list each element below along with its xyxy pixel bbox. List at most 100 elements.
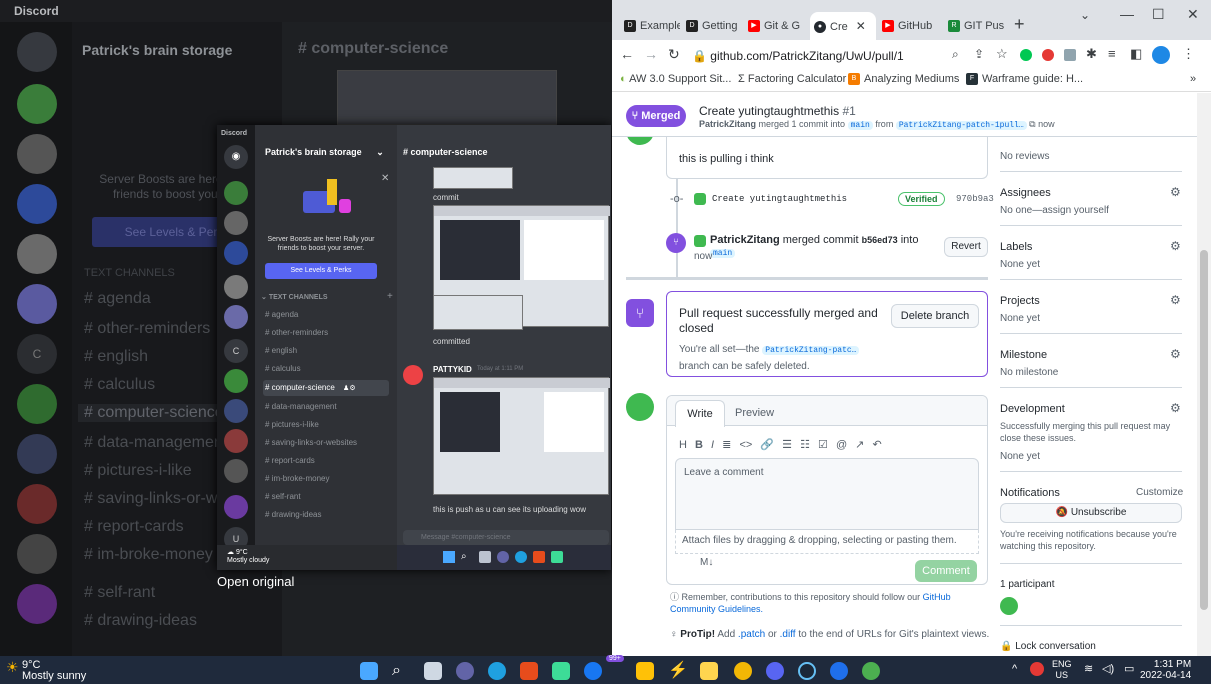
channel-bg-item[interactable]: # calculus	[84, 376, 155, 394]
server-avatar[interactable]	[17, 84, 57, 124]
server-avatar-letter[interactable]: C	[17, 334, 57, 374]
lock-conversation[interactable]: 🔒 Lock conversation	[1000, 641, 1096, 652]
channel-bg-item[interactable]: # report-cards	[84, 518, 184, 536]
teams-chat-icon[interactable]	[456, 662, 474, 680]
tab-preview[interactable]: Preview	[735, 407, 774, 419]
server-name[interactable]: Patrick's brain storage	[82, 42, 232, 58]
attach-files-zone[interactable]: Attach files by dragging & dropping, sel…	[675, 530, 979, 568]
browser-tab[interactable]: R GIT Pus	[944, 12, 1008, 40]
steam-icon[interactable]	[798, 662, 816, 680]
discord-home-icon[interactable]	[17, 32, 57, 72]
office-icon[interactable]	[533, 551, 545, 563]
minimize-button[interactable]: —	[1120, 6, 1134, 22]
avatar[interactable]	[403, 365, 423, 385]
reference-icon[interactable]: ↗	[855, 439, 864, 451]
channel-item[interactable]: # other-reminders	[263, 325, 389, 341]
address-bar[interactable]: 🔒 github.com/PatrickZitang/UwU/pull/1	[692, 45, 1012, 67]
reading-list-icon[interactable]: ≡	[1108, 46, 1116, 61]
channel-item[interactable]: # im-broke-money	[263, 471, 389, 487]
attachment-image[interactable]	[433, 167, 513, 189]
edge-icon[interactable]	[515, 551, 527, 563]
channel-item[interactable]: # calculus	[263, 361, 389, 377]
edge-icon[interactable]	[488, 662, 506, 680]
deleted-branch-name[interactable]: PatrickZitang-patc…	[762, 346, 860, 355]
channel-item[interactable]: # drawing-ideas	[263, 507, 389, 523]
bullet-list-icon[interactable]: ☰	[782, 439, 792, 451]
verified-badge[interactable]: Verified	[898, 192, 945, 206]
channel-bg-item[interactable]: # im-broke-money	[84, 546, 213, 564]
italic-icon[interactable]: I	[711, 439, 714, 451]
gear-icon[interactable]: ⚙	[1170, 239, 1181, 253]
channel-bg-item[interactable]: # pictures-i-like	[84, 462, 192, 480]
bold-icon[interactable]: B	[695, 439, 703, 451]
tray-overflow-icon[interactable]: ^	[1012, 663, 1017, 675]
forward-button[interactable]: →	[644, 46, 658, 62]
current-user-avatar[interactable]	[626, 393, 654, 421]
gear-icon[interactable]: ⚙	[1170, 347, 1181, 361]
clock[interactable]: 1:31 PM 2022-04-14	[1140, 659, 1191, 681]
milestone-title[interactable]: Milestone	[1000, 349, 1047, 361]
extension-icon[interactable]	[1064, 49, 1076, 61]
assignees-title[interactable]: Assignees	[1000, 187, 1051, 199]
saved-replies-icon[interactable]: ↶	[872, 439, 881, 451]
channel-item[interactable]: # data-management	[263, 399, 389, 415]
preview-server-name[interactable]: Patrick's brain storage ⌄	[265, 147, 384, 158]
comment-button[interactable]: Comment	[915, 560, 977, 582]
comment-textarea[interactable]: Leave a comment	[675, 458, 979, 530]
app-icon[interactable]	[551, 551, 563, 563]
chrome-icon[interactable]	[734, 662, 752, 680]
chat-icon[interactable]	[497, 551, 509, 563]
gear-icon[interactable]: ⚙	[1170, 401, 1181, 415]
server-avatar[interactable]	[17, 534, 57, 574]
commit-avatar[interactable]	[694, 193, 706, 205]
extension-icon[interactable]	[1042, 49, 1054, 61]
app-icon[interactable]	[830, 662, 848, 680]
back-button[interactable]: ←	[620, 46, 634, 62]
commit-sha[interactable]: 970b9a3	[956, 194, 994, 204]
server-avatar[interactable]	[17, 384, 57, 424]
merge-target-branch[interactable]: main	[710, 249, 736, 258]
text-channels-label[interactable]: ⌄ TEXT CHANNELS	[261, 293, 328, 301]
server-avatar[interactable]	[224, 459, 248, 483]
numbered-list-icon[interactable]: ☷	[800, 439, 810, 451]
channel-bg-item[interactable]: # self-rant	[84, 584, 155, 602]
server-avatar-letter[interactable]: C	[224, 339, 248, 363]
close-icon[interactable]: ✕	[381, 173, 389, 184]
development-title[interactable]: Development	[1000, 403, 1065, 415]
pr-author[interactable]: PatrickZitang	[699, 119, 756, 129]
server-avatar[interactable]	[224, 495, 248, 519]
mention-icon[interactable]: @	[836, 439, 847, 451]
messenger-icon[interactable]	[584, 662, 602, 680]
browser-tab[interactable]: ▶ GitHub	[878, 12, 942, 40]
bookmark-item[interactable]: F Warframe guide: H...	[966, 73, 1083, 86]
channel-item-selected[interactable]: # computer-science ♟⚙	[263, 380, 389, 396]
app-icon[interactable]	[862, 662, 880, 680]
add-member-icon[interactable]: ♟⚙	[343, 385, 356, 392]
boost-button[interactable]: See Levels & Perks	[265, 263, 377, 279]
close-tab-icon[interactable]: ✕	[856, 19, 866, 33]
message-author[interactable]: PATTYKID	[433, 365, 472, 374]
lightning-icon[interactable]: ⚡	[668, 662, 688, 680]
channel-bg-item[interactable]: # drawing-ideas	[84, 612, 197, 630]
quote-icon[interactable]: ≣	[722, 439, 731, 451]
channel-item[interactable]: # saving-links-or-websites	[263, 435, 389, 451]
code-icon[interactable]: <>	[739, 439, 752, 451]
bookmark-item[interactable]: Σ Factoring Calculator	[738, 73, 846, 85]
search-icon[interactable]: ⌕	[461, 551, 473, 563]
message-input[interactable]: Message #computer-science	[403, 530, 609, 545]
participant-avatar[interactable]	[1000, 597, 1018, 615]
server-avatar[interactable]	[17, 234, 57, 274]
discord-home-icon[interactable]: ◉	[224, 145, 248, 169]
assignees-value[interactable]: No one—assign yourself	[1000, 205, 1109, 216]
wifi-icon[interactable]: ≋	[1084, 662, 1093, 675]
merge-event-author[interactable]: PatrickZitang	[710, 234, 780, 246]
server-avatar[interactable]	[224, 399, 248, 423]
tab-search-icon[interactable]: ⌄	[1080, 8, 1090, 22]
channel-item[interactable]: # english	[263, 343, 389, 359]
copy-icon[interactable]: ⧉	[1029, 119, 1035, 129]
attachment-image[interactable]	[433, 295, 523, 330]
bookmark-item[interactable]: ◐ AW 3.0 Support Sit...	[620, 73, 731, 85]
zoom-icon[interactable]: ⌕	[952, 47, 959, 62]
gear-icon[interactable]: ⚙	[1170, 293, 1181, 307]
windows-start-icon[interactable]	[443, 551, 455, 563]
